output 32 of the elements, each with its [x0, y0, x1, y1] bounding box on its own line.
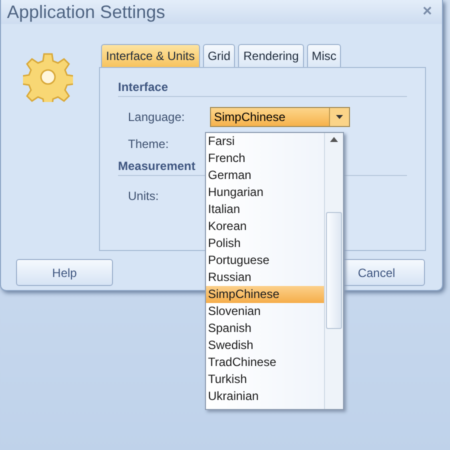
- language-dropdown[interactable]: SimpChinese: [210, 106, 350, 126]
- dropdown-item[interactable]: Russian: [206, 269, 324, 286]
- dropdown-item[interactable]: Slovenian: [206, 303, 324, 320]
- dropdown-item[interactable]: Swedish: [206, 337, 324, 354]
- dropdown-item[interactable]: Polish: [206, 235, 324, 252]
- dropdown-item[interactable]: Turkish: [206, 371, 324, 388]
- dropdown-item[interactable]: TradChinese: [206, 354, 324, 371]
- scroll-up-icon[interactable]: [330, 137, 338, 142]
- dropdown-item[interactable]: SimpChinese: [206, 286, 324, 303]
- scrollbar[interactable]: [324, 133, 343, 409]
- help-button[interactable]: Help: [16, 259, 113, 286]
- scroll-thumb[interactable]: [326, 212, 342, 329]
- field-label: Units:: [128, 188, 160, 202]
- tab[interactable]: Grid: [202, 44, 236, 67]
- tab[interactable]: Misc: [306, 44, 342, 67]
- dropdown-value: SimpChinese: [211, 108, 329, 126]
- gear-icon: [23, 52, 73, 102]
- dropdown-item[interactable]: Korean: [206, 218, 324, 235]
- dropdown-item[interactable]: Ukrainian: [206, 388, 324, 405]
- field-label: Language:: [128, 110, 186, 124]
- field-label: Theme:: [128, 136, 170, 150]
- caret-icon: [336, 114, 343, 118]
- window-title: Application Settings: [7, 2, 166, 22]
- dropdown-item[interactable]: Portuguese: [206, 252, 324, 269]
- dropdown-item[interactable]: Italian: [206, 201, 324, 218]
- dropdown-item[interactable]: Hungarian: [206, 184, 324, 201]
- section-title: Interface: [118, 80, 407, 97]
- dropdown-item[interactable]: Farsi: [206, 133, 324, 150]
- tab[interactable]: Rendering: [238, 44, 304, 67]
- dropdown-item[interactable]: Spanish: [206, 320, 324, 337]
- dropdown-button[interactable]: [329, 108, 349, 126]
- tab[interactable]: Interface & Units: [101, 44, 200, 67]
